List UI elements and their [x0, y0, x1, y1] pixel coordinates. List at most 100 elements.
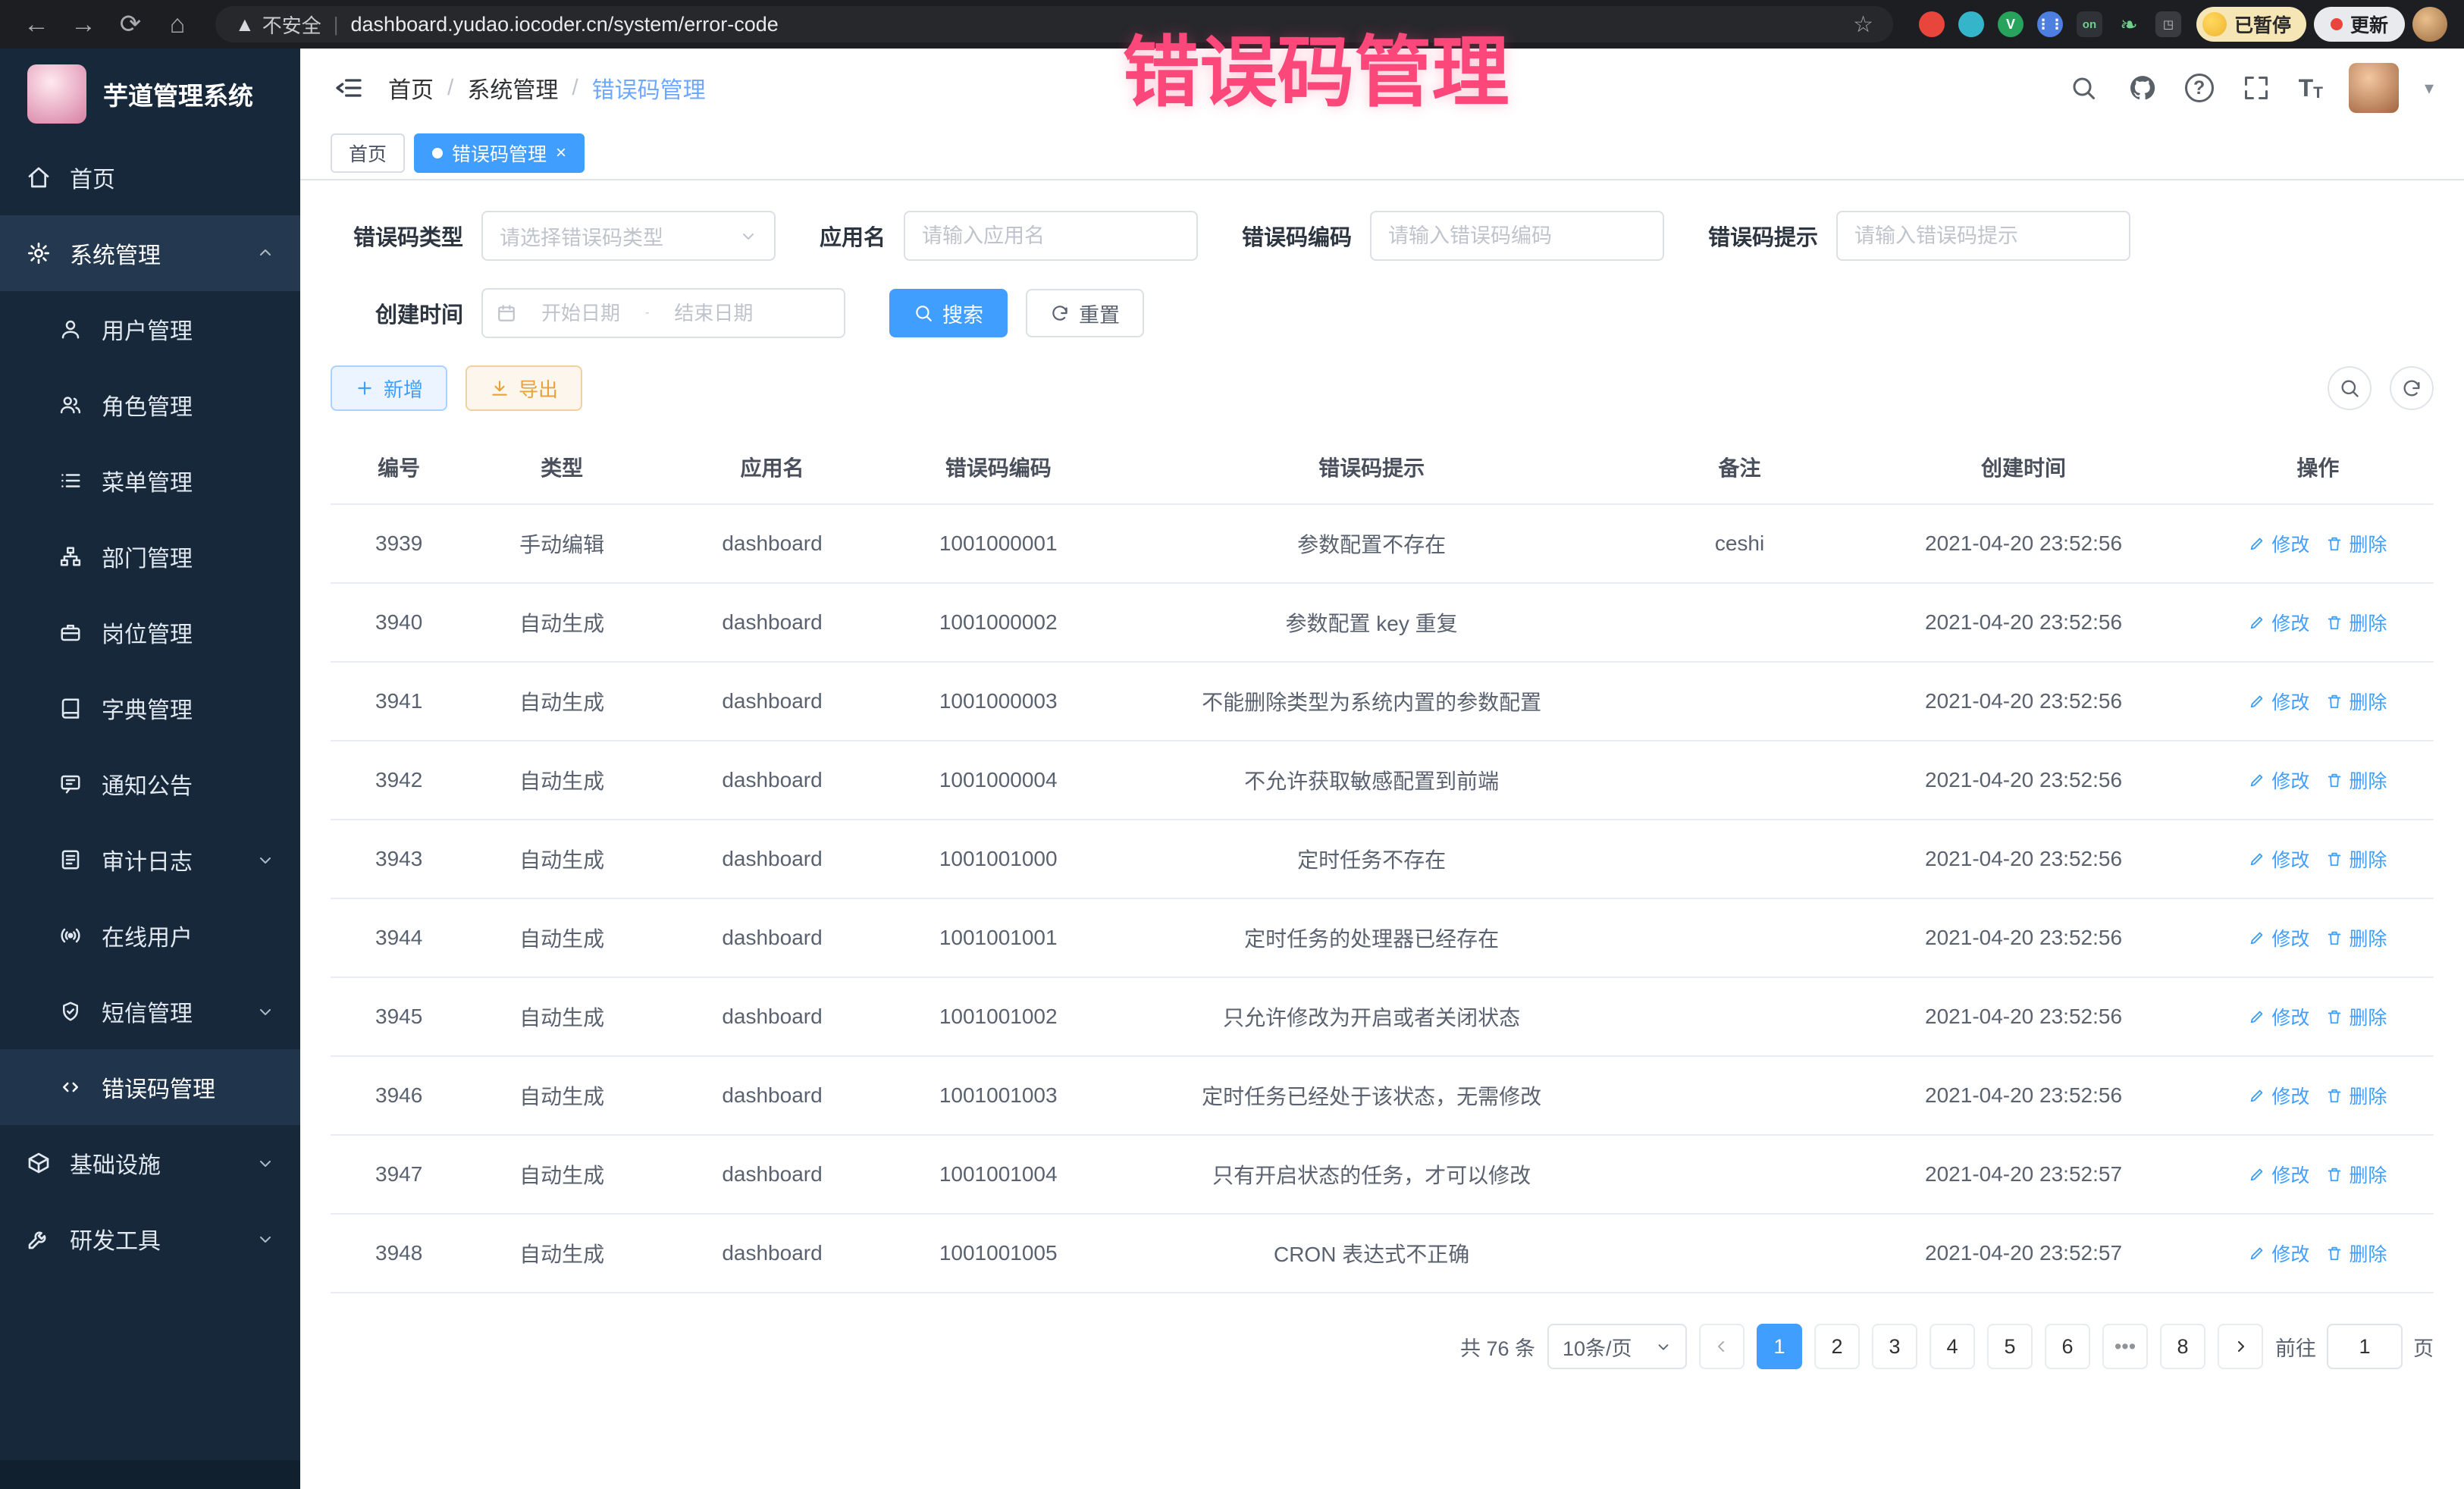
extensions-puzzle-icon[interactable]: ◳	[2155, 11, 2181, 37]
user-icon	[58, 316, 83, 342]
sidebar-footer[interactable]	[0, 1460, 300, 1489]
more-pages-button[interactable]: •••	[2102, 1324, 2148, 1369]
sidebar-item-sms[interactable]: 短信管理	[0, 973, 300, 1049]
github-icon[interactable]	[2126, 71, 2159, 105]
paused-badge[interactable]: 已暂停	[2196, 7, 2306, 42]
pencil-icon	[2249, 1087, 2265, 1104]
app-input[interactable]	[904, 211, 1198, 261]
reset-button[interactable]: 重置	[1026, 289, 1144, 337]
refresh-icon[interactable]: ⟳	[111, 5, 150, 44]
browser-profile-avatar[interactable]	[2412, 7, 2447, 42]
edit-link[interactable]: 修改	[2249, 1003, 2309, 1030]
search-button[interactable]: 搜索	[889, 289, 1008, 337]
page-button[interactable]: 8	[2160, 1324, 2205, 1369]
home-icon[interactable]: ⌂	[158, 5, 197, 44]
goto-page-input[interactable]	[2327, 1324, 2403, 1369]
tab-error-codes[interactable]: 错误码管理 ×	[414, 133, 585, 173]
delete-link[interactable]: 删除	[2326, 1161, 2387, 1188]
edit-link[interactable]: 修改	[2249, 845, 2309, 873]
bookmark-star-icon[interactable]: ☆	[1853, 11, 1873, 38]
chevron-up-icon	[256, 244, 274, 262]
edit-link[interactable]: 修改	[2249, 1082, 2309, 1109]
update-button[interactable]: 更新	[2314, 7, 2405, 42]
edit-link[interactable]: 修改	[2249, 688, 2309, 715]
delete-link[interactable]: 删除	[2326, 1082, 2387, 1109]
sidebar-item-online-users[interactable]: 在线用户	[0, 898, 300, 973]
back-icon[interactable]: ←	[17, 5, 56, 44]
error-code-table: 编号 类型 应用名 错误码编码 错误码提示 备注 创建时间 操作 3939 手动…	[331, 431, 2434, 1293]
delete-link[interactable]: 删除	[2326, 845, 2387, 873]
edit-link[interactable]: 修改	[2249, 766, 2309, 794]
export-button[interactable]: 导出	[466, 365, 582, 411]
forward-icon[interactable]: →	[64, 5, 103, 44]
caret-down-icon[interactable]: ▾	[2425, 77, 2434, 99]
sidebar-item-posts[interactable]: 岗位管理	[0, 594, 300, 670]
sidebar-item-dictionary[interactable]: 字典管理	[0, 670, 300, 746]
page-button[interactable]: 1	[1757, 1324, 1802, 1369]
sidebar-item-system[interactable]: 系统管理	[0, 215, 300, 291]
col-remark: 备注	[1635, 431, 1845, 504]
type-select[interactable]: 请选择错误码类型	[481, 211, 776, 261]
close-icon[interactable]: ×	[556, 143, 566, 164]
sidebar-item-menus[interactable]: 菜单管理	[0, 443, 300, 519]
delete-link[interactable]: 删除	[2326, 766, 2387, 794]
add-button[interactable]: 新增	[331, 365, 447, 411]
sidebar-item-roles[interactable]: 角色管理	[0, 367, 300, 443]
end-date-input[interactable]	[657, 302, 770, 325]
edit-link[interactable]: 修改	[2249, 1161, 2309, 1188]
delete-link[interactable]: 删除	[2326, 1003, 2387, 1030]
delete-link[interactable]: 删除	[2326, 530, 2387, 557]
sidebar-item-home[interactable]: 首页	[0, 139, 300, 215]
delete-link[interactable]: 删除	[2326, 924, 2387, 951]
prev-page-button[interactable]	[1699, 1324, 1745, 1369]
sidebar-item-dev-tools[interactable]: 研发工具	[0, 1201, 300, 1277]
on-badge-icon[interactable]: on	[2077, 11, 2102, 37]
page-button[interactable]: 5	[1987, 1324, 2033, 1369]
record-extension-icon[interactable]	[1919, 11, 1945, 37]
next-page-button[interactable]	[2218, 1324, 2263, 1369]
start-date-input[interactable]	[524, 302, 638, 325]
toggle-search-button[interactable]	[2328, 366, 2372, 410]
avatar[interactable]	[2349, 63, 2399, 113]
breadcrumb-system[interactable]: 系统管理	[467, 71, 558, 105]
date-range-picker[interactable]: -	[481, 288, 845, 338]
security-warning[interactable]: ▲ 不安全	[235, 11, 321, 39]
sidebar-item-infrastructure[interactable]: 基础设施	[0, 1125, 300, 1201]
edit-link[interactable]: 修改	[2249, 530, 2309, 557]
tab-home[interactable]: 首页	[331, 133, 405, 173]
page-size-select[interactable]: 10条/页	[1547, 1324, 1687, 1369]
edit-link[interactable]: 修改	[2249, 1240, 2309, 1267]
fullscreen-icon[interactable]	[2240, 71, 2273, 105]
col-app: 应用名	[657, 431, 888, 504]
logo[interactable]: 芋道管理系统	[0, 49, 300, 139]
leaf-extension-icon[interactable]: ❧	[2116, 11, 2142, 37]
page-button[interactable]: 6	[2045, 1324, 2090, 1369]
address-bar[interactable]: ▲ 不安全 | dashboard.yudao.iocoder.cn/syste…	[215, 6, 1893, 42]
edit-link[interactable]: 修改	[2249, 609, 2309, 636]
sidebar-item-error-codes[interactable]: 错误码管理	[0, 1049, 300, 1125]
search-icon[interactable]	[2067, 71, 2100, 105]
sidebar-item-notices[interactable]: 通知公告	[0, 746, 300, 822]
location-extension-icon[interactable]	[1958, 11, 1984, 37]
breadcrumb-home[interactable]: 首页	[388, 71, 434, 105]
logo-image	[27, 64, 86, 124]
help-icon[interactable]: ?	[2185, 74, 2214, 102]
grid-extension-icon[interactable]: ⋮⋮	[2037, 11, 2063, 37]
delete-link[interactable]: 删除	[2326, 609, 2387, 636]
vpn-extension-icon[interactable]: V	[1998, 11, 2024, 37]
fold-menu-icon[interactable]	[331, 70, 367, 106]
delete-link[interactable]: 删除	[2326, 688, 2387, 715]
page-button[interactable]: 4	[1930, 1324, 1975, 1369]
sidebar-item-users[interactable]: 用户管理	[0, 291, 300, 367]
msg-input[interactable]	[1836, 211, 2130, 261]
divider: |	[334, 13, 339, 36]
refresh-table-button[interactable]	[2390, 366, 2434, 410]
delete-link[interactable]: 删除	[2326, 1240, 2387, 1267]
edit-link[interactable]: 修改	[2249, 924, 2309, 951]
font-size-icon[interactable]: TT	[2299, 74, 2323, 102]
page-button[interactable]: 2	[1814, 1324, 1860, 1369]
code-input[interactable]	[1370, 211, 1664, 261]
sidebar-item-departments[interactable]: 部门管理	[0, 519, 300, 594]
page-button[interactable]: 3	[1872, 1324, 1917, 1369]
sidebar-item-audit-logs[interactable]: 审计日志	[0, 822, 300, 898]
